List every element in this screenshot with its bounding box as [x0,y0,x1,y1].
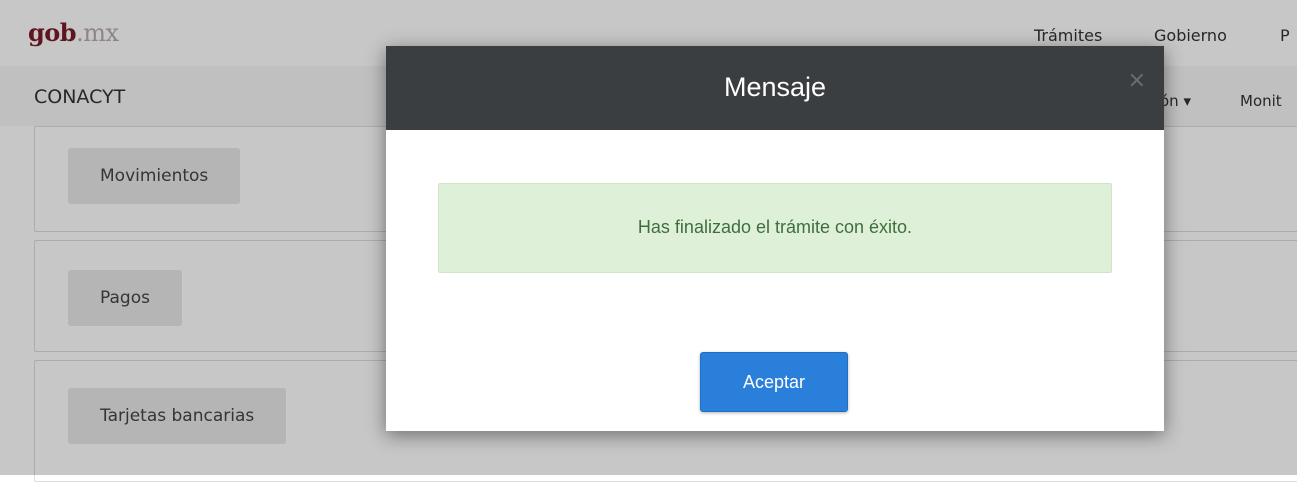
close-icon[interactable]: × [1128,68,1146,93]
success-alert: Has finalizado el trámite con éxito. [438,183,1112,273]
dialog-header: Mensaje × [386,46,1164,130]
dialog-title: Mensaje [723,72,827,102]
message-dialog: Mensaje × Has finalizado el trámite con … [386,46,1164,431]
success-message: Has finalizado el trámite con éxito. [637,217,913,237]
accept-button[interactable]: Aceptar [700,352,848,412]
